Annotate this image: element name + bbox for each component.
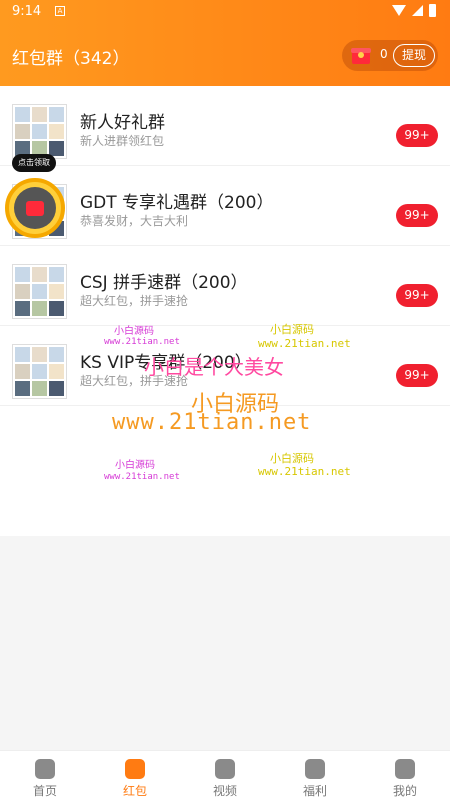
coin-count: 0 [380, 47, 388, 61]
group-name: 新人好礼群 [80, 113, 165, 133]
unread-badge: 99+ [396, 364, 438, 387]
watermark: www.21tian.net [112, 410, 312, 435]
tab-video[interactable]: 视频 [180, 751, 270, 800]
user-icon [395, 759, 415, 779]
status-bar: 9:14 A [0, 0, 450, 24]
watermark: www.21tian.net [104, 337, 180, 347]
watermark: www.21tian.net [258, 465, 351, 478]
bottom-tab-bar: 首页 红包 视频 福利 我的 [0, 750, 450, 800]
watermark: 小白源码 [270, 452, 314, 465]
tab-label: 福利 [302, 784, 327, 798]
sim-icon: A [55, 6, 65, 16]
red-packet-icon [14, 187, 56, 229]
video-icon [215, 759, 235, 779]
group-avatar [12, 104, 67, 159]
watermark: 小白源码 [270, 323, 314, 336]
wifi-icon [392, 5, 406, 16]
tab-label: 视频 [212, 784, 237, 798]
tab-label: 红包 [122, 784, 147, 798]
battery-icon [429, 4, 436, 17]
watermark: 小白源码 [114, 326, 154, 337]
tab-red-packet[interactable]: 红包 [90, 751, 180, 800]
list-item[interactable]: GDT 专享礼遇群（200） 恭喜发财，大吉大利 99+ [0, 166, 450, 246]
group-desc: 恭喜发财，大吉大利 [80, 214, 189, 228]
unread-badge: 99+ [396, 124, 438, 147]
list-item[interactable]: 新人好礼群 新人进群领红包 99+ [0, 86, 450, 166]
tab-label: 首页 [32, 784, 57, 798]
group-avatar [12, 344, 67, 399]
status-time: 9:14 [12, 4, 42, 19]
red-packet-icon [125, 759, 145, 779]
watermark: www.21tian.net [104, 472, 180, 482]
tab-home[interactable]: 首页 [0, 751, 90, 800]
floating-red-packet-button[interactable] [5, 178, 65, 238]
page-title: 红包群（342） [12, 49, 130, 69]
tab-mine[interactable]: 我的 [360, 751, 450, 800]
withdraw-button[interactable]: 提现 [393, 44, 435, 67]
tab-label: 我的 [392, 784, 417, 798]
group-list: 新人好礼群 新人进群领红包 99+ GDT 专享礼遇群（200） 恭喜发财，大吉… [0, 86, 450, 536]
group-avatar [12, 264, 67, 319]
claim-tooltip: 点击领取 [12, 154, 56, 172]
unread-badge: 99+ [396, 204, 438, 227]
tab-welfare[interactable]: 福利 [270, 751, 360, 800]
watermark: 小白源码 [115, 460, 155, 471]
unread-badge: 99+ [396, 284, 438, 307]
red-packet-icon [351, 48, 371, 64]
signal-icon [412, 5, 423, 16]
home-icon [35, 759, 55, 779]
coin-pill[interactable]: 0 提现 [342, 40, 438, 71]
group-desc: 超大红包，拼手速抢 [80, 294, 189, 308]
watermark: www.21tian.net [258, 337, 351, 350]
group-name: GDT 专享礼遇群（200） [80, 193, 274, 213]
group-name: CSJ 拼手速群（200） [80, 273, 248, 293]
gift-icon [305, 759, 325, 779]
header-bar: 9:14 A 红包群（342） 0 提现 [0, 0, 450, 86]
group-desc: 新人进群领红包 [80, 134, 165, 148]
list-item[interactable]: CSJ 拼手速群（200） 超大红包，拼手速抢 99+ [0, 246, 450, 326]
watermark: 小白是个大美女 [144, 355, 284, 379]
status-icons [392, 4, 436, 17]
